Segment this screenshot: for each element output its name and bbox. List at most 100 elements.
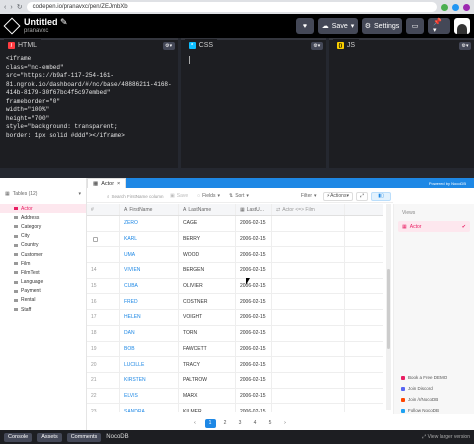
- community-link[interactable]: Join /r/NocoDB: [398, 394, 468, 405]
- extension-icon[interactable]: [441, 3, 448, 11]
- close-icon[interactable]: ×: [117, 181, 120, 187]
- settings-button[interactable]: ⚙ Settings: [362, 18, 402, 34]
- table-row[interactable]: 16 FRED COSTNER 2006-02-15: [87, 294, 383, 311]
- lastname-cell[interactable]: TRACY: [179, 357, 236, 372]
- lastupdate-cell[interactable]: 2006-02-15: [236, 404, 272, 412]
- view-larger-link[interactable]: ⤢ View larger version: [422, 434, 470, 440]
- next-page-button[interactable]: ›: [280, 419, 291, 428]
- filter-button[interactable]: Filter ▾: [298, 193, 320, 199]
- lastupdate-cell[interactable]: 2006-02-15: [236, 388, 272, 404]
- page-button[interactable]: 1: [204, 418, 216, 428]
- firstname-cell[interactable]: LUCILLE: [120, 357, 179, 372]
- avatar[interactable]: [454, 18, 470, 34]
- prev-page-button[interactable]: ‹: [190, 419, 201, 428]
- save-view-button[interactable]: ▣ Save: [167, 193, 191, 199]
- lastupdate-cell[interactable]: 2006-02-15: [236, 310, 272, 325]
- scrollbar-thumb[interactable]: [387, 269, 390, 349]
- extension-icon[interactable]: [452, 3, 459, 11]
- layout-button[interactable]: ▭: [406, 18, 424, 34]
- actor-film-column-header[interactable]: ⇄ Actor <=> Film: [272, 204, 345, 215]
- lastname-cell[interactable]: MARX: [179, 388, 236, 404]
- community-link[interactable]: Join Discord: [398, 383, 468, 394]
- lastname-cell[interactable]: COSTNER: [179, 294, 236, 310]
- lastupdate-cell[interactable]: 2006-02-15: [236, 341, 272, 357]
- sidebar-item-customer[interactable]: Customer: [0, 250, 86, 259]
- actor-film-cell[interactable]: [272, 325, 345, 341]
- firstname-cell[interactable]: CUBA: [120, 278, 179, 294]
- sidebar-item-filmtext[interactable]: FilmText: [0, 268, 86, 277]
- table-row[interactable]: 19 BOB FAWCETT 2006-02-15: [87, 341, 383, 358]
- editor-settings-icon[interactable]: ⚙▾: [310, 41, 323, 50]
- firstname-cell[interactable]: HELEN: [120, 310, 179, 325]
- lastupdate-cell[interactable]: 2006-02-15: [236, 325, 272, 341]
- lastupdate-cell[interactable]: 2006-02-15: [236, 263, 272, 278]
- table-row[interactable]: UMA WOOD 2006-02-15: [87, 247, 383, 264]
- actor-film-cell[interactable]: [272, 310, 345, 325]
- lastname-cell[interactable]: WOOD: [179, 247, 236, 263]
- sidebar-item-country[interactable]: Country: [0, 241, 86, 250]
- actor-film-cell[interactable]: [272, 278, 345, 294]
- lastname-cell[interactable]: VOIGHT: [179, 310, 236, 325]
- pin-button[interactable]: 📌▾: [428, 18, 450, 34]
- powered-by-banner[interactable]: Powered by NocoDB: [126, 178, 474, 188]
- back-icon[interactable]: ‹: [4, 4, 6, 11]
- sidebar-item-rental[interactable]: Rental: [0, 296, 86, 305]
- expand-icon[interactable]: ⤢: [355, 191, 368, 201]
- forward-icon[interactable]: ›: [10, 4, 12, 11]
- lastname-cell[interactable]: TORN: [179, 325, 236, 341]
- lastupdate-cell[interactable]: 2006-02-15: [236, 372, 272, 388]
- save-button[interactable]: ☁ Save ▾: [318, 18, 358, 34]
- search-input[interactable]: ⌕ Search FirstName column: [89, 192, 164, 201]
- lastname-cell[interactable]: OLIVIER: [179, 278, 236, 294]
- js-editor[interactable]: () JS ⚙▾: [328, 38, 474, 168]
- address-bar[interactable]: codepen.io/pranavxc/pen/ZEJmbXb: [26, 2, 437, 12]
- table-row[interactable]: 23 SANDRA KILMER 2006-02-15: [87, 404, 383, 412]
- lastupdate-cell[interactable]: 2006-02-15: [236, 247, 272, 263]
- lastname-cell[interactable]: CAGE: [179, 216, 236, 231]
- table-row[interactable]: 20 LUCILLE TRACY 2006-02-15: [87, 357, 383, 373]
- actor-film-cell[interactable]: [272, 216, 345, 231]
- sidebar-item-actor[interactable]: Actor: [0, 204, 86, 214]
- lastname-cell[interactable]: PALTROW: [179, 372, 236, 388]
- sidebar-item-payment[interactable]: Payment: [0, 287, 86, 296]
- sort-button[interactable]: ⇅ Sort ▾: [226, 193, 252, 199]
- community-link[interactable]: Follow NocoDB: [398, 405, 468, 416]
- table-row[interactable]: 14 VIVIEN BERGEN 2006-02-15: [87, 263, 383, 279]
- pen-author[interactable]: pranavxc: [24, 28, 68, 34]
- lastupdate-cell[interactable]: 2006-02-15: [236, 231, 272, 247]
- html-tab-label[interactable]: HTML: [18, 42, 37, 49]
- tables-header[interactable]: ▦ Tables (12) ▾: [0, 184, 86, 204]
- profile-icon[interactable]: [463, 3, 470, 11]
- tab-actor[interactable]: ▦ Actor ×: [87, 178, 127, 188]
- actions-button[interactable]: ⚡ Actions ▾: [322, 191, 353, 201]
- sidebar-item-film[interactable]: Film: [0, 259, 86, 268]
- actor-film-cell[interactable]: [272, 263, 345, 278]
- fields-button[interactable]: ◌ Fields ▾: [194, 193, 223, 199]
- sidebar-item-city[interactable]: City: [0, 232, 86, 241]
- firstname-cell[interactable]: BOB: [120, 341, 179, 357]
- firstname-column-header[interactable]: A FirstName: [120, 204, 179, 215]
- actor-film-cell[interactable]: [272, 404, 345, 412]
- actor-film-cell[interactable]: [272, 372, 345, 388]
- view-item-actor[interactable]: ▦ Actor ✔: [398, 221, 470, 232]
- reload-icon[interactable]: ↻: [17, 3, 23, 11]
- codepen-logo-icon[interactable]: [3, 17, 21, 35]
- community-link[interactable]: Book a Free DEMO: [398, 372, 468, 383]
- page-button[interactable]: 4: [250, 419, 261, 428]
- actor-film-cell[interactable]: [272, 231, 345, 247]
- toggle-views-button[interactable]: ▮▯: [371, 191, 391, 201]
- pen-title-text[interactable]: Untitled ✎: [24, 18, 68, 27]
- html-code[interactable]: <iframe class="nc-embed" src="https://b9af…: [0, 51, 178, 144]
- firstname-cell[interactable]: DAN: [120, 325, 179, 341]
- table-row[interactable]: 17 HELEN VOIGHT 2006-02-15: [87, 310, 383, 326]
- table-row[interactable]: KARL BERRY 2006-02-15: [87, 231, 383, 248]
- firstname-cell[interactable]: ZERO: [120, 216, 179, 231]
- actor-film-cell[interactable]: [272, 341, 345, 357]
- page-button[interactable]: 2: [220, 419, 231, 428]
- table-row[interactable]: 18 DAN TORN 2006-02-15: [87, 325, 383, 342]
- page-button[interactable]: 3: [235, 419, 246, 428]
- js-tab-label[interactable]: JS: [347, 42, 355, 49]
- lastupdate-cell[interactable]: 2006-02-15: [236, 278, 272, 294]
- css-tab-label[interactable]: CSS: [199, 42, 213, 49]
- lastupdate-cell[interactable]: 2006-02-15: [236, 357, 272, 372]
